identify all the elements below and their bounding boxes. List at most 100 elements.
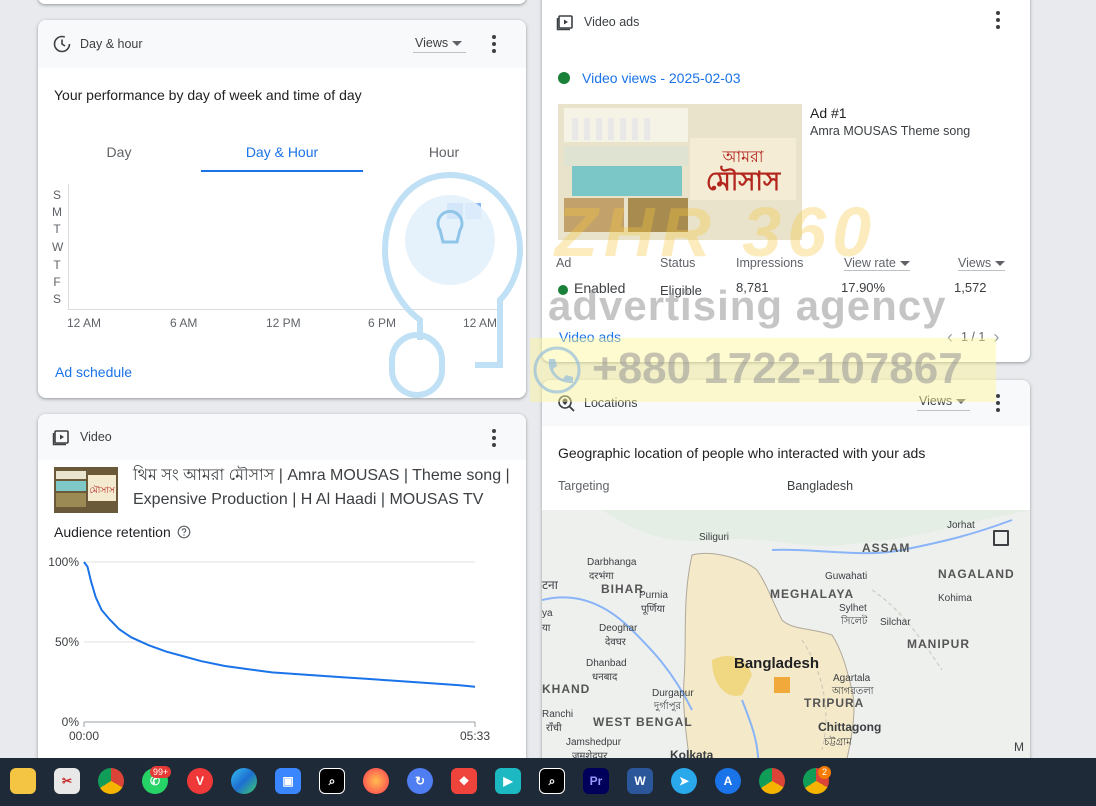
more-options-icon[interactable] <box>484 428 504 448</box>
day-label: S <box>52 292 61 306</box>
y-tick-label: 50% <box>55 635 79 649</box>
video-views-link[interactable]: Video views - 2025-02-03 <box>582 70 741 86</box>
pagination-text: 1 / 1 <box>961 330 986 344</box>
card-title: Day & hour <box>80 37 143 51</box>
card-subtitle: Geographic location of people who intera… <box>558 445 926 461</box>
video-ads-link[interactable]: Video ads <box>559 329 621 345</box>
card-title: Locations <box>584 396 638 410</box>
chevron-left-icon[interactable]: ‹ <box>947 328 953 346</box>
day-hour-card: Day & hour Views Your performance by day… <box>38 20 526 398</box>
video-thumbnail[interactable]: মৌসাস <box>54 467 118 513</box>
hour-label: 6 PM <box>368 316 397 330</box>
chevron-right-icon[interactable]: › <box>993 328 999 346</box>
capcut-icon[interactable]: ⌕ <box>319 768 345 794</box>
card-subtitle: Your performance by day of week and time… <box>54 87 362 103</box>
views-dropdown-label: Views <box>919 394 953 408</box>
premiere-icon[interactable]: Pr <box>583 768 609 794</box>
day-label: S <box>52 188 61 202</box>
video-library-icon <box>556 15 573 31</box>
map-label: Darbhanga <box>587 557 637 568</box>
card-title: Video <box>80 430 112 444</box>
location-search-icon <box>558 395 575 412</box>
heatmap-cell <box>465 203 481 219</box>
sync-icon[interactable]: ↻ <box>407 768 433 794</box>
video-header: Video <box>38 414 526 460</box>
svg-text:মৌসাস: মৌসাস <box>706 165 781 197</box>
retention-label: Audience retention <box>54 524 191 540</box>
map-label: Kohima <box>938 593 972 604</box>
map-label: MEGHALAYA <box>770 587 855 601</box>
map-label: MANIPUR <box>907 637 970 651</box>
col-header-status: Status <box>660 256 696 270</box>
map-label: Siliguri <box>699 532 730 543</box>
retention-label-text: Audience retention <box>54 524 171 540</box>
col-header-ad: Ad <box>556 256 572 270</box>
ad-name: Amra MOUSAS Theme song <box>810 124 971 138</box>
series-dot <box>558 72 570 84</box>
file-explorer-icon[interactable] <box>10 768 36 794</box>
chevron-down-icon <box>899 260 910 266</box>
x-tick-label: 00:00 <box>69 729 99 743</box>
views-dropdown[interactable]: Views <box>413 36 467 53</box>
col-header-view-rate[interactable]: View rate <box>844 256 910 271</box>
col-header-views[interactable]: Views <box>958 256 1006 271</box>
more-options-icon[interactable] <box>484 34 504 54</box>
ad-schedule-link[interactable]: Ad schedule <box>55 364 132 380</box>
map[interactable]: Siliguri ASSAM Jorhat Darbhanga दरभंगा ट… <box>542 510 1030 780</box>
word-icon[interactable]: W <box>627 768 653 794</box>
map-label: Jorhat <box>947 520 975 531</box>
heatmap-axis <box>68 184 500 310</box>
map-label: टना <box>542 578 558 592</box>
map-label: দুর্গাপুর <box>654 701 681 712</box>
heatmap-cell <box>447 203 463 219</box>
targeting-value: Bangladesh <box>787 479 854 493</box>
day-label: W <box>52 240 64 254</box>
view-rate-label: View rate <box>844 256 896 270</box>
firefox-icon[interactable] <box>363 768 389 794</box>
col-header-impressions: Impressions <box>736 256 804 270</box>
video-ads-header: Video ads <box>542 0 1030 44</box>
map-label: BIHAR <box>601 582 644 596</box>
hour-label: 12 PM <box>266 316 301 330</box>
map-label: देवघर <box>605 637 626 648</box>
video-card: Video মৌসাস থিম সং আমরা মৌসাস | Amra MOU… <box>38 414 526 774</box>
edge-icon[interactable] <box>231 768 257 794</box>
views-label: Views <box>958 256 992 270</box>
fullscreen-icon[interactable] <box>993 530 1009 546</box>
map-label: Agartala <box>833 673 871 684</box>
chrome-profile-icon[interactable] <box>759 768 785 794</box>
chevron-down-icon <box>995 260 1006 266</box>
views-dropdown[interactable]: Views <box>917 394 971 411</box>
ad-number: Ad #1 <box>810 105 847 121</box>
hour-label: 12 AM <box>67 316 102 330</box>
more-options-icon[interactable] <box>988 393 1008 413</box>
tab-day-hour[interactable]: Day & Hour <box>201 136 363 172</box>
help-circle-icon[interactable] <box>177 525 191 539</box>
map-label: पूर्णिया <box>641 604 665 615</box>
views-dropdown-label: Views <box>415 36 449 50</box>
app-store-icon[interactable]: A <box>715 768 741 794</box>
filmora-icon[interactable]: ▶ <box>495 768 521 794</box>
snipping-tool-icon[interactable]: ✂ <box>54 768 80 794</box>
store-icon[interactable]: ▣ <box>275 768 301 794</box>
map-label: या <box>542 623 551 634</box>
tab-hour[interactable]: Hour <box>363 136 525 172</box>
day-label: F <box>53 275 61 289</box>
telegram-icon[interactable]: ➤ <box>671 768 697 794</box>
anydesk-icon[interactable]: ❖ <box>451 768 477 794</box>
locations-card: Locations Views Geographic location of p… <box>542 380 1030 780</box>
capcut2-icon[interactable]: ⌕ <box>539 768 565 794</box>
x-tick-label: 05:33 <box>460 729 490 743</box>
map-label: Guwahati <box>825 571 868 582</box>
vivaldi-icon[interactable]: V <box>187 768 213 794</box>
ad-thumbnail[interactable]: আমরা মৌসাস <box>558 104 802 240</box>
chrome-icon[interactable] <box>98 768 124 794</box>
map-label: NAGALAND <box>938 567 1015 581</box>
map-label: ASSAM <box>862 541 911 555</box>
tab-day[interactable]: Day <box>38 136 200 172</box>
map-label: KHAND <box>542 682 591 696</box>
more-options-icon[interactable] <box>988 10 1008 30</box>
map-label: राँची <box>546 723 562 734</box>
video-title[interactable]: থিম সং আমরা মৌসাস | Amra MOUSAS | Theme … <box>133 464 518 512</box>
table-row: Enabled Eligible 8,781 17.90% 1,572 <box>558 280 1018 300</box>
